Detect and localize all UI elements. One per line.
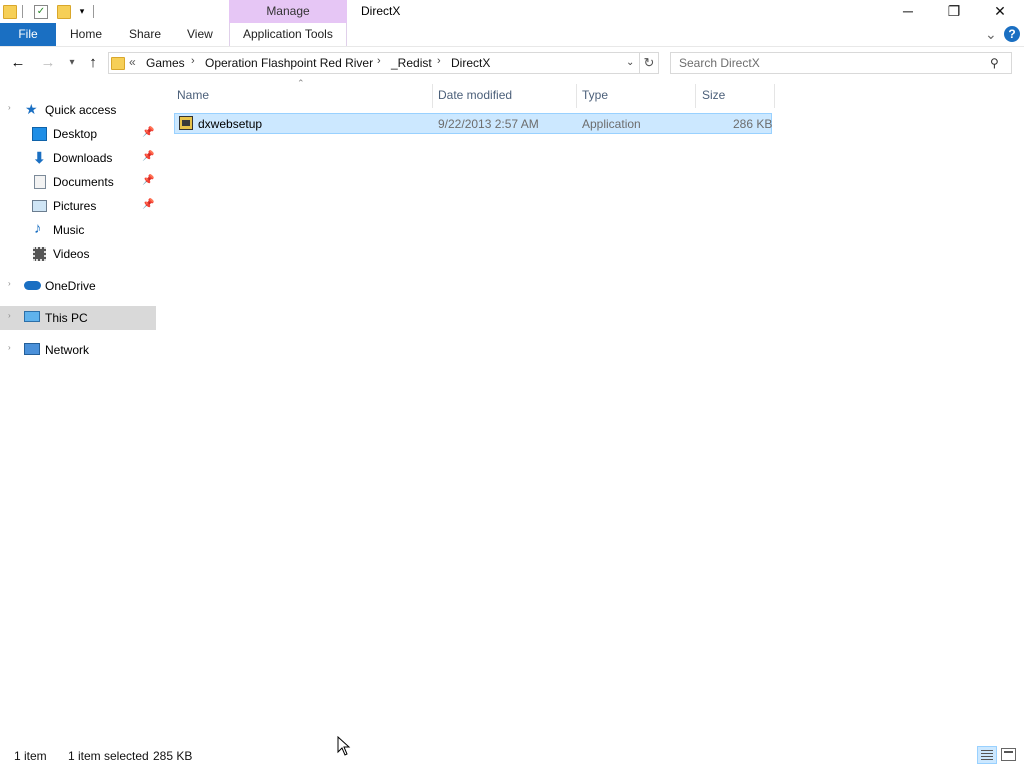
desktop-icon bbox=[32, 127, 47, 141]
breadcrumb-directx[interactable]: DirectX bbox=[451, 56, 490, 70]
close-button[interactable]: ✕ bbox=[977, 0, 1023, 23]
title-bar: ✓ ▾ bbox=[0, 0, 1024, 23]
customize-qat-icon[interactable]: ▾ bbox=[76, 5, 88, 17]
status-item-count: 1 item bbox=[14, 749, 47, 763]
breadcrumb-separator[interactable]: › bbox=[437, 55, 441, 67]
separator bbox=[22, 5, 23, 18]
breadcrumb-overflow[interactable]: « bbox=[129, 55, 136, 69]
minimize-button[interactable]: ─ bbox=[885, 0, 931, 23]
pin-icon: 📌 bbox=[142, 151, 155, 162]
breadcrumb-separator[interactable]: › bbox=[191, 55, 195, 67]
sidebar-item-label: Pictures bbox=[53, 199, 97, 213]
up-icon[interactable]: ↑ bbox=[84, 54, 102, 72]
sidebar-item-quick-access[interactable]: › ★ Quick access bbox=[0, 98, 156, 122]
file-type: Application bbox=[582, 117, 641, 131]
expand-ribbon-icon[interactable]: ⌄ bbox=[985, 23, 997, 46]
tab-home[interactable]: Home bbox=[70, 23, 102, 46]
tab-file[interactable]: File bbox=[0, 23, 56, 46]
folder-icon bbox=[3, 5, 17, 19]
sidebar-item-label: Downloads bbox=[53, 151, 113, 165]
column-divider[interactable] bbox=[576, 84, 577, 108]
tab-share[interactable]: Share bbox=[129, 23, 161, 46]
column-divider[interactable] bbox=[432, 84, 433, 108]
onedrive-icon bbox=[24, 281, 41, 290]
column-date-header[interactable]: Date modified bbox=[438, 88, 512, 102]
large-icons-view-icon[interactable] bbox=[1001, 748, 1016, 761]
videos-icon bbox=[33, 247, 46, 261]
star-icon: ★ bbox=[25, 101, 38, 117]
chevron-icon[interactable]: › bbox=[8, 343, 11, 352]
chevron-icon[interactable]: › bbox=[8, 103, 11, 112]
sidebar-item-label: Network bbox=[45, 343, 90, 357]
breadcrumb-redist[interactable]: _Redist bbox=[391, 56, 432, 70]
sidebar-item-this-pc[interactable]: › This PC bbox=[0, 306, 156, 330]
maximize-button[interactable]: ❐ bbox=[931, 0, 977, 23]
properties-icon[interactable]: ✓ bbox=[34, 5, 48, 19]
manage-tab[interactable]: Manage bbox=[229, 0, 347, 23]
address-dropdown-icon[interactable]: ⌄ bbox=[626, 57, 634, 68]
pin-icon: 📌 bbox=[142, 127, 155, 138]
search-icon[interactable]: ⚲ bbox=[990, 56, 999, 70]
sidebar-item-label: Music bbox=[53, 223, 85, 237]
sidebar-item-onedrive[interactable]: › OneDrive bbox=[0, 274, 156, 298]
back-icon[interactable]: ← bbox=[9, 54, 27, 72]
sidebar-item-documents[interactable]: Documents 📌 bbox=[0, 170, 156, 194]
help-icon[interactable]: ? bbox=[1004, 26, 1020, 42]
sidebar-item-label: Videos bbox=[53, 247, 90, 261]
sidebar-item-videos[interactable]: Videos bbox=[0, 242, 156, 266]
sort-arrow-icon: ⌃ bbox=[297, 78, 305, 88]
mouse-cursor-icon bbox=[337, 736, 351, 756]
documents-icon bbox=[34, 175, 46, 189]
file-date: 9/22/2013 2:57 AM bbox=[438, 117, 539, 131]
folder-icon bbox=[111, 57, 125, 70]
status-selection: 1 item selected bbox=[68, 749, 149, 763]
forward-icon[interactable]: → bbox=[39, 54, 57, 72]
separator bbox=[93, 5, 94, 18]
sidebar-item-network[interactable]: › Network bbox=[0, 338, 156, 362]
file-size: 286 KB bbox=[733, 117, 773, 131]
pictures-icon bbox=[32, 200, 47, 212]
sidebar-item-pictures[interactable]: Pictures 📌 bbox=[0, 194, 156, 218]
sidebar-item-label: Desktop bbox=[53, 127, 98, 141]
breadcrumb-games[interactable]: Games bbox=[146, 56, 185, 70]
column-type-header[interactable]: Type bbox=[582, 88, 608, 102]
column-divider[interactable] bbox=[695, 84, 696, 108]
column-divider[interactable] bbox=[774, 84, 775, 108]
address-bar[interactable] bbox=[108, 52, 640, 74]
sidebar-item-label: OneDrive bbox=[45, 279, 96, 293]
chevron-icon[interactable]: › bbox=[8, 279, 11, 288]
breadcrumb-operation-flashpoint[interactable]: Operation Flashpoint Red River bbox=[205, 56, 373, 70]
refresh-icon[interactable]: ↻ bbox=[639, 52, 659, 74]
downloads-icon: ⬇ bbox=[33, 150, 46, 167]
sidebar-item-music[interactable]: ♪ Music bbox=[0, 218, 156, 242]
sidebar-item-label: This PC bbox=[45, 311, 88, 325]
column-name-header[interactable]: Name bbox=[177, 88, 209, 102]
status-selection-size: 285 KB bbox=[153, 749, 193, 763]
sidebar-item-label: Quick access bbox=[45, 103, 117, 117]
tab-application-tools[interactable]: Application Tools bbox=[243, 23, 333, 46]
application-icon bbox=[179, 116, 193, 130]
tab-view[interactable]: View bbox=[187, 23, 213, 46]
breadcrumb-separator[interactable]: › bbox=[377, 55, 381, 67]
network-icon bbox=[24, 343, 40, 355]
computer-icon bbox=[24, 311, 40, 322]
recent-locations-icon[interactable]: ▾ bbox=[63, 54, 81, 72]
pin-icon: 📌 bbox=[142, 175, 155, 186]
window-title: DirectX bbox=[361, 4, 401, 18]
column-size-header[interactable]: Size bbox=[702, 88, 725, 102]
pin-icon: 📌 bbox=[142, 199, 155, 210]
music-icon: ♪ bbox=[34, 220, 42, 237]
sidebar-item-label: Documents bbox=[53, 175, 114, 189]
sidebar-item-downloads[interactable]: ⬇ Downloads 📌 bbox=[0, 146, 156, 170]
chevron-icon[interactable]: › bbox=[8, 311, 11, 320]
new-folder-icon[interactable] bbox=[57, 5, 71, 19]
file-name[interactable]: dxwebsetup bbox=[198, 117, 262, 131]
sidebar-item-desktop[interactable]: Desktop 📌 bbox=[0, 122, 156, 146]
search-placeholder: Search DirectX bbox=[679, 56, 760, 70]
details-view-icon[interactable] bbox=[977, 746, 997, 764]
